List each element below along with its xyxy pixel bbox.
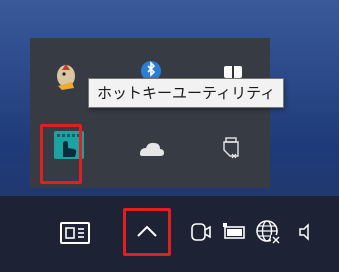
safely-remove-device-icon[interactable] bbox=[208, 124, 254, 170]
taskbar bbox=[0, 196, 339, 272]
onedrive-cloud-icon[interactable] bbox=[128, 126, 174, 172]
camera-icon[interactable] bbox=[190, 220, 212, 248]
dragon-app-icon[interactable] bbox=[44, 52, 90, 98]
hidden-icons-flyout bbox=[30, 38, 270, 188]
hotkey-utility-tooltip: ホットキーユーティリティ bbox=[88, 78, 285, 108]
chevron-highlight bbox=[123, 208, 171, 256]
network-globe-icon[interactable] bbox=[254, 218, 282, 250]
battery-icon[interactable] bbox=[222, 222, 248, 246]
hotkey-icon-highlight bbox=[40, 124, 82, 184]
news-widget-icon[interactable] bbox=[60, 222, 90, 248]
speaker-icon[interactable] bbox=[296, 222, 316, 246]
